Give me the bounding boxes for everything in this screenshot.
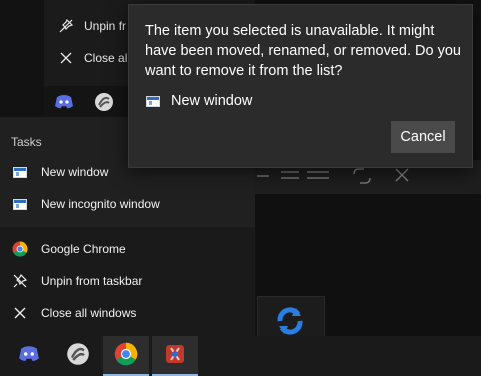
dialog-item-label: New window [171, 93, 253, 109]
dialog-item: New window [146, 93, 252, 109]
jump-item-label: Close all windows [41, 306, 137, 320]
jump-item-label: Google Chrome [41, 242, 126, 256]
tasks-header: Tasks [11, 135, 42, 149]
chrome-icon [114, 342, 138, 371]
dialog-message: The item you selected is unavailable. It… [145, 23, 461, 79]
background-close-label: Close all [84, 51, 131, 65]
cancel-button[interactable]: Cancel [391, 121, 455, 153]
taskbar-tools-app-button[interactable] [152, 336, 198, 376]
taskbar-chrome-button[interactable] [103, 336, 149, 376]
unpin-icon [58, 18, 74, 34]
close-icon [58, 50, 74, 66]
unpin-icon [12, 273, 28, 289]
jump-item-new-incognito-window[interactable]: New incognito window [0, 188, 255, 220]
discord-icon [18, 345, 40, 368]
background-close-item: Close all [58, 42, 130, 74]
discord-icon [44, 86, 84, 118]
jump-item-close-all-windows[interactable]: Close all windows [0, 297, 255, 329]
item-unavailable-dialog: The item you selected is unavailable. It… [128, 4, 473, 168]
jump-item-label: Unpin from taskbar [41, 274, 143, 288]
taskbar [0, 336, 481, 376]
window-icon [12, 164, 28, 180]
jump-item-unpin-from-taskbar[interactable]: Unpin from taskbar [0, 265, 255, 297]
background-unpin-item: Unpin fr [58, 10, 126, 42]
window-icon [12, 196, 28, 212]
jump-item-label: New incognito window [41, 197, 160, 211]
tools-app-icon [163, 342, 187, 371]
background-close-icon [395, 168, 409, 182]
close-icon [12, 305, 28, 321]
app-ring-icon [66, 342, 90, 371]
app-ring-icon [84, 86, 124, 118]
pinned-section: Google Chrome Unpin from taskbar Close a… [0, 227, 255, 346]
chrome-icon [12, 241, 28, 257]
window-icon [146, 95, 160, 107]
jump-item-label: New window [41, 165, 109, 179]
sync-icon [277, 307, 303, 335]
background-unpin-label: Unpin fr [84, 19, 127, 33]
taskbar-app-ring-button[interactable] [55, 336, 101, 376]
jump-item-google-chrome[interactable]: Google Chrome [0, 233, 255, 265]
taskbar-discord-button[interactable] [6, 336, 52, 376]
